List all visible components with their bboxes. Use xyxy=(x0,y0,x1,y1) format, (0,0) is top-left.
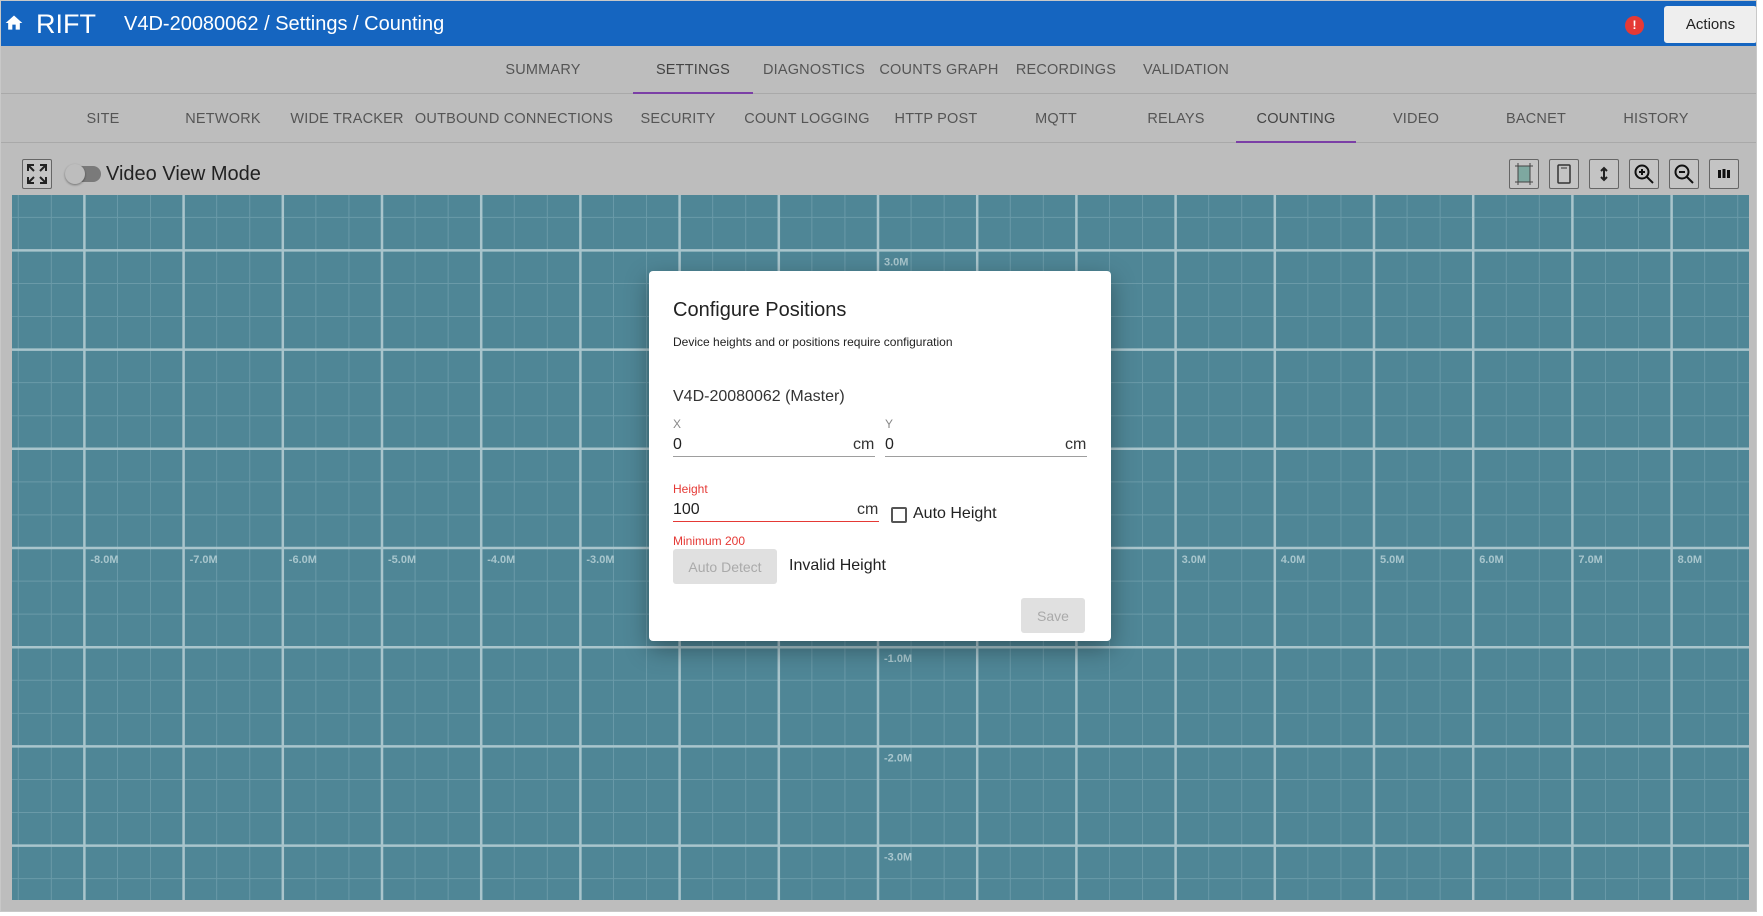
fit-area-icon xyxy=(1515,163,1533,185)
breadcrumb: V4D-20080062 / Settings / Counting xyxy=(124,13,445,35)
height-arrows-icon xyxy=(1600,166,1608,182)
configure-positions-dialog: Configure Positions Device heights and o… xyxy=(649,271,1111,641)
home-icon[interactable] xyxy=(4,13,24,33)
zoom-in-icon xyxy=(1634,164,1654,184)
x-unit: cm xyxy=(853,436,875,453)
zoom-out-icon xyxy=(1674,164,1694,184)
alert-icon[interactable]: ! xyxy=(1625,16,1644,35)
auto-detect-button[interactable]: Auto Detect xyxy=(673,549,777,584)
subtab-wide-tracker[interactable]: WIDE TRACKER xyxy=(287,95,407,143)
expand-icon xyxy=(27,164,47,184)
subtab-history[interactable]: HISTORY xyxy=(1596,95,1716,143)
subtab-network[interactable]: NETWORK xyxy=(163,95,283,143)
zoom-out-button[interactable] xyxy=(1669,159,1699,189)
height-input[interactable] xyxy=(673,498,879,522)
y-label: Y xyxy=(885,417,894,431)
subtab-bacnet[interactable]: BACNET xyxy=(1476,95,1596,143)
dialog-title: Configure Positions xyxy=(673,299,847,321)
x-label: X xyxy=(673,417,682,431)
subtab-mqtt[interactable]: MQTT xyxy=(996,95,1116,143)
subtab-relays[interactable]: RELAYS xyxy=(1116,95,1236,143)
tab-recordings[interactable]: RECORDINGS xyxy=(1011,46,1121,94)
main-tabs: SUMMARY SETTINGS DIAGNOSTICS COUNTS GRAP… xyxy=(1,46,1756,94)
tab-counts-graph[interactable]: COUNTS GRAPH xyxy=(874,46,1004,94)
height-label: Height xyxy=(673,482,708,496)
tab-diagnostics[interactable]: DIAGNOSTICS xyxy=(758,46,870,94)
y-input[interactable] xyxy=(885,433,1087,457)
app-window: RIFT V4D-20080062 / Settings / Counting … xyxy=(0,0,1757,912)
height-unit: cm xyxy=(857,501,879,518)
device-outline-icon xyxy=(1557,164,1571,184)
app-brand[interactable]: RIFT xyxy=(36,9,96,40)
height-status: Invalid Height xyxy=(789,557,886,574)
subtab-site[interactable]: SITE xyxy=(43,95,163,143)
subtab-count-logging[interactable]: COUNT LOGGING xyxy=(742,95,872,143)
y-unit: cm xyxy=(1065,436,1087,453)
device-name: V4D-20080062 (Master) xyxy=(673,388,845,405)
canvas-toolbar: Video View Mode xyxy=(12,157,1747,195)
tab-summary[interactable]: SUMMARY xyxy=(493,46,593,94)
tab-settings[interactable]: SETTINGS xyxy=(633,46,753,94)
subtab-video[interactable]: VIDEO xyxy=(1356,95,1476,143)
tab-validation[interactable]: VALIDATION xyxy=(1131,46,1241,94)
height-button[interactable] xyxy=(1589,159,1619,189)
save-button[interactable]: Save xyxy=(1021,598,1085,633)
subtab-outbound-connections[interactable]: OUTBOUND CONNECTIONS xyxy=(414,95,614,143)
settings-subtabs: SITE NETWORK WIDE TRACKER OUTBOUND CONNE… xyxy=(1,95,1756,143)
zoom-in-button[interactable] xyxy=(1629,159,1659,189)
subtab-security[interactable]: SECURITY xyxy=(618,95,738,143)
device-outline-button[interactable] xyxy=(1549,159,1579,189)
fit-area-button[interactable] xyxy=(1509,159,1539,189)
dialog-subtitle: Device heights and or positions require … xyxy=(673,335,953,349)
auto-height-checkbox[interactable] xyxy=(891,507,907,523)
app-bar: RIFT V4D-20080062 / Settings / Counting … xyxy=(1,1,1756,46)
subtab-counting[interactable]: COUNTING xyxy=(1236,95,1356,143)
color-bars-icon xyxy=(1718,169,1730,178)
x-input[interactable] xyxy=(673,433,875,457)
color-bars-button[interactable] xyxy=(1709,159,1739,189)
fullscreen-button[interactable] xyxy=(22,159,52,189)
subtab-http-post[interactable]: HTTP POST xyxy=(876,95,996,143)
actions-button[interactable]: Actions xyxy=(1664,6,1756,43)
video-view-label: Video View Mode xyxy=(106,163,261,185)
video-view-toggle[interactable] xyxy=(65,164,101,184)
height-error: Minimum 200 xyxy=(673,534,746,548)
auto-height-label[interactable]: Auto Height xyxy=(913,505,997,523)
